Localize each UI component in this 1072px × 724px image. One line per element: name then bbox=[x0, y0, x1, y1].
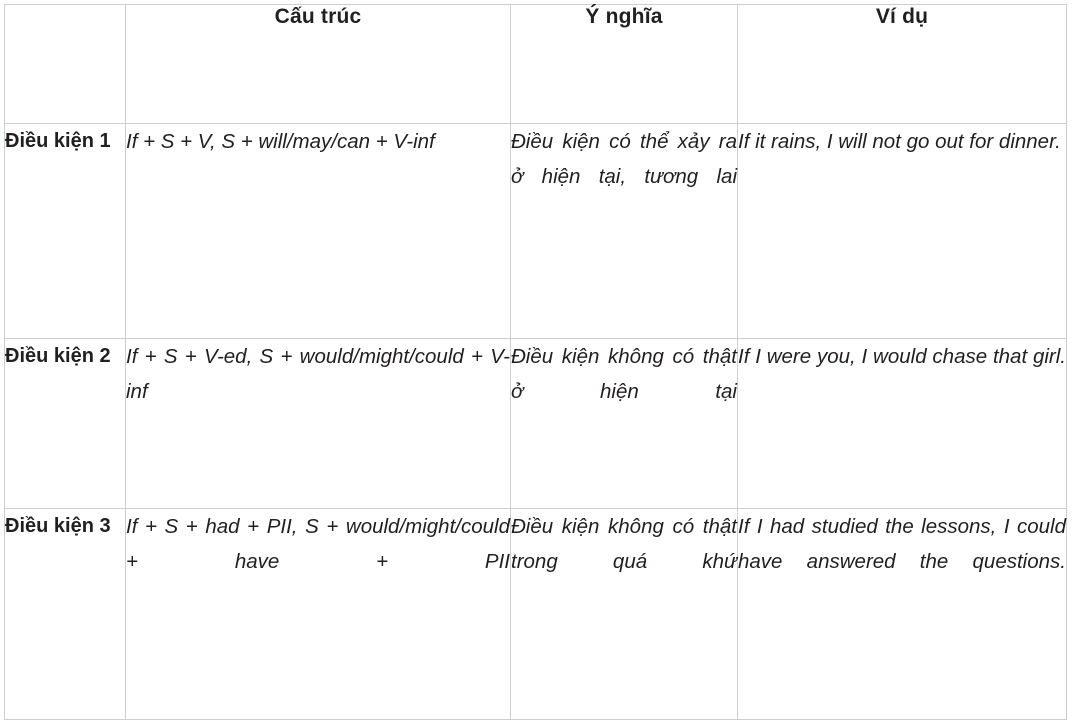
row-structure-conditional-3: If + S + had + PII, S + would/might/coul… bbox=[125, 508, 511, 720]
row-example-conditional-2: If I were you, I would chase that girl. bbox=[737, 338, 1067, 509]
row-meaning-conditional-1: Điều kiện có thể xảy ra ở hiện tại, tươn… bbox=[510, 123, 738, 339]
table-body: Điều kiện 1 If + S + V, S + will/may/can… bbox=[4, 123, 1067, 720]
conditional-sentences-table-container: Cấu trúc Ý nghĩa Ví dụ Điều kiện 1 If + … bbox=[4, 4, 1067, 720]
row-meaning-conditional-3: Điều kiện không có thật trong quá khứ bbox=[510, 508, 738, 720]
conditional-sentences-table: Cấu trúc Ý nghĩa Ví dụ Điều kiện 1 If + … bbox=[4, 4, 1067, 720]
row-meaning-conditional-2: Điều kiện không có thật ở hiện tại bbox=[510, 338, 738, 509]
header-meaning: Ý nghĩa bbox=[510, 4, 738, 124]
row-example-conditional-3: If I had studied the lessons, I could ha… bbox=[737, 508, 1067, 720]
row-label-conditional-3: Điều kiện 3 bbox=[4, 508, 126, 720]
table-row: Điều kiện 1 If + S + V, S + will/may/can… bbox=[4, 123, 1067, 339]
row-structure-conditional-2: If + S + V-ed, S + would/might/could + V… bbox=[125, 338, 511, 509]
header-structure: Cấu trúc bbox=[125, 4, 511, 124]
row-label-conditional-2: Điều kiện 2 bbox=[4, 338, 126, 509]
table-header: Cấu trúc Ý nghĩa Ví dụ bbox=[4, 4, 1067, 124]
header-example: Ví dụ bbox=[737, 4, 1067, 124]
table-row: Điều kiện 2 If + S + V-ed, S + would/mig… bbox=[4, 338, 1067, 509]
row-label-conditional-1: Điều kiện 1 bbox=[4, 123, 126, 339]
row-example-conditional-1: If it rains, I will not go out for dinne… bbox=[737, 123, 1067, 339]
row-structure-conditional-1: If + S + V, S + will/may/can + V-inf bbox=[125, 123, 511, 339]
table-header-row: Cấu trúc Ý nghĩa Ví dụ bbox=[4, 4, 1067, 124]
header-corner-blank bbox=[4, 4, 126, 124]
table-row: Điều kiện 3 If + S + had + PII, S + woul… bbox=[4, 508, 1067, 720]
